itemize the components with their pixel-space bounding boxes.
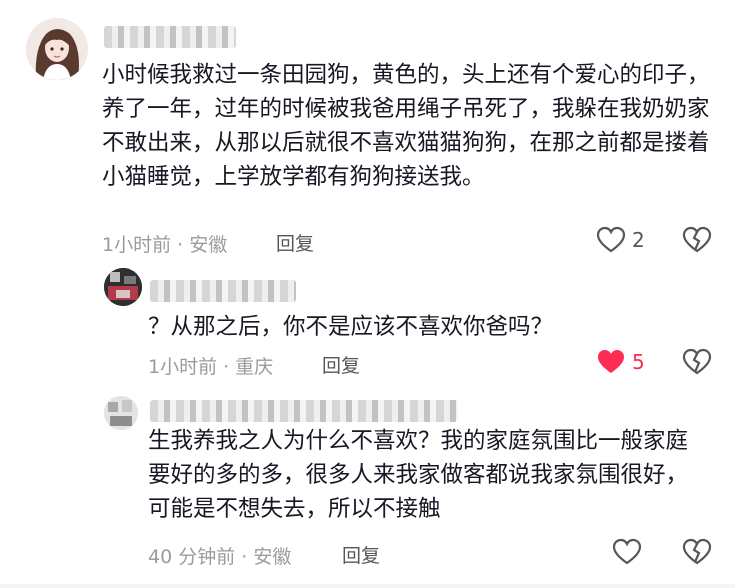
user-avatar-icon xyxy=(104,396,138,430)
like-count: 5 xyxy=(632,350,645,374)
reply-button[interactable]: 回复 xyxy=(322,351,360,378)
broken-heart-icon xyxy=(682,348,712,375)
comment-meta: 1小时前 · 重庆 xyxy=(148,356,274,378)
divider xyxy=(0,584,735,588)
dislike-button[interactable] xyxy=(682,538,712,570)
dislike-button[interactable] xyxy=(682,226,712,258)
like-button[interactable]: 2 xyxy=(596,226,645,254)
comment-meta: 40 分钟前 · 安徽 xyxy=(148,546,292,568)
comment-text: 小时候我救过一条田园狗，黄色的，头上还有个爱心的印子，养了一年，过年的时候被我爸… xyxy=(102,62,710,190)
reply-button[interactable]: 回复 xyxy=(342,541,380,568)
broken-heart-icon xyxy=(682,226,712,253)
avatar[interactable] xyxy=(104,396,138,430)
user-avatar-icon xyxy=(104,268,142,306)
comment-meta: 1小时前 · 安徽 xyxy=(102,234,228,256)
reply-button[interactable]: 回复 xyxy=(276,229,314,256)
broken-heart-icon xyxy=(682,538,712,565)
username-blurred[interactable] xyxy=(150,280,296,302)
girl-avatar-icon xyxy=(26,18,88,80)
username-blurred[interactable] xyxy=(104,26,236,48)
heart-outline-icon xyxy=(612,538,642,565)
heart-outline-icon xyxy=(596,226,626,253)
like-count: 2 xyxy=(632,228,645,252)
username-blurred[interactable] xyxy=(150,400,458,422)
dislike-button[interactable] xyxy=(682,348,712,380)
avatar[interactable] xyxy=(104,268,142,306)
avatar[interactable] xyxy=(26,18,88,80)
like-button[interactable]: 5 xyxy=(596,348,645,376)
comment-text: 生我养我之人为什么不喜欢？我的家庭氛围比一般家庭要好的多的多，很多人来我家做客都… xyxy=(148,428,689,522)
heart-filled-icon xyxy=(598,350,624,373)
like-button[interactable] xyxy=(612,538,648,566)
comment-text: ？从那之后，你不是应该不喜欢你爸吗？ xyxy=(148,314,554,340)
